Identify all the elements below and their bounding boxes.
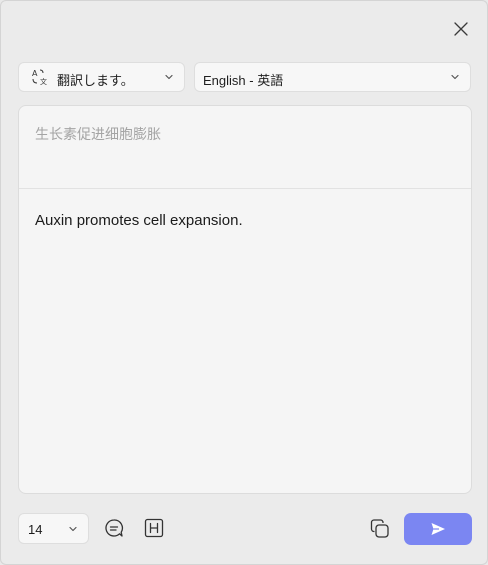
language-select[interactable]: English - 英語 [194,62,471,92]
send-button[interactable] [404,513,472,545]
svg-text:文: 文 [40,77,47,86]
chat-button[interactable] [103,517,125,539]
copy-icon [370,519,389,538]
chat-icon [105,519,124,537]
close-icon [454,22,468,36]
panel-divider [19,188,471,189]
heading-icon [144,518,164,538]
translate-icon: A 文 [32,69,47,86]
copy-button[interactable] [369,518,391,540]
send-icon [431,523,445,535]
translator-window: A 文 翻訳します。 English - 英語 生长素促进细胞膨胀 Auxin … [0,0,488,565]
mode-select-label: 翻訳します。 [57,73,134,88]
svg-text:A: A [32,69,38,78]
translation-panel: 生长素促进细胞膨胀 Auxin promotes cell expansion. [18,105,472,494]
close-button[interactable] [449,17,473,41]
result-text[interactable]: Auxin promotes cell expansion. [35,212,243,229]
source-text[interactable]: 生长素促进细胞膨胀 [35,124,161,144]
font-size-select[interactable]: 14 [18,513,89,544]
chevron-down-icon [69,526,77,532]
heading-button[interactable] [143,517,165,539]
font-size-value: 14 [28,522,43,537]
mode-select[interactable]: A 文 翻訳します。 [18,62,185,92]
chevron-down-icon [451,74,459,80]
language-select-label: English - 英語 [203,73,284,88]
chevron-down-icon [165,74,173,80]
